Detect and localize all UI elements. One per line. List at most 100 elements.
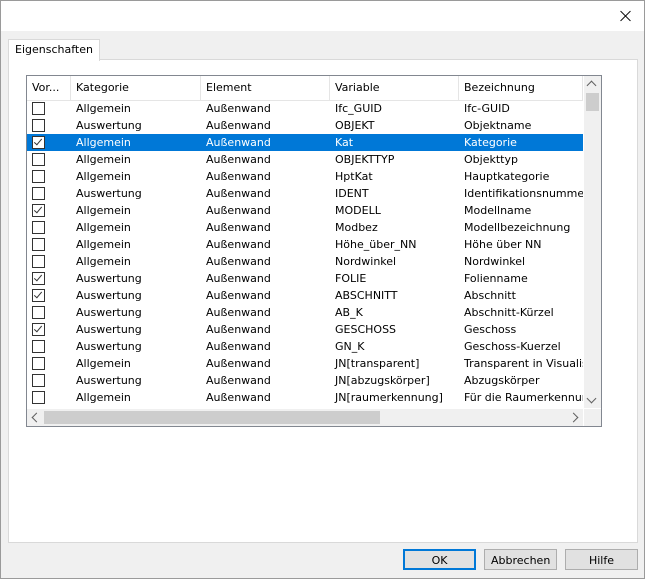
cell-element: Außenwand — [206, 272, 271, 285]
row-checkbox[interactable] — [32, 170, 45, 183]
help-button[interactable]: Hilfe — [565, 549, 638, 570]
cell-bezeichnung: Kategorie — [464, 136, 517, 149]
cell-element: Außenwand — [206, 255, 271, 268]
cell-element: Außenwand — [206, 306, 271, 319]
row-checkbox[interactable] — [32, 102, 45, 115]
row-checkbox-cell — [27, 134, 71, 151]
table-row[interactable]: Allgemein Außenwand Nordwinkel Nordwinkel — [27, 253, 583, 270]
cell-bezeichnung: Geschoss-Kuerzel — [464, 340, 561, 353]
list-rows: Allgemein Außenwand Ifc_GUID Ifc-GUID Auswer… — [27, 100, 583, 406]
table-row[interactable]: Allgemein Außenwand Kat Kategorie — [27, 134, 583, 151]
column-header-variable[interactable]: Variable — [330, 76, 459, 100]
row-checkbox[interactable] — [32, 119, 45, 132]
table-row[interactable]: Auswertung Außenwand JN[abzugskörper] Abzug… — [27, 372, 583, 389]
table-row[interactable]: Auswertung Außenwand AB_K Abschnitt-Kürzel — [27, 304, 583, 321]
column-header-vor[interactable]: Vor... — [27, 76, 71, 100]
row-checkbox-cell — [27, 304, 71, 321]
row-checkbox[interactable] — [32, 340, 45, 353]
cell-kategorie: Allgemein — [76, 238, 131, 251]
vertical-scrollbar[interactable] — [584, 76, 601, 408]
horizontal-scroll-thumb[interactable] — [44, 411, 380, 424]
row-checkbox[interactable] — [32, 204, 45, 217]
table-row[interactable]: Auswertung Außenwand GN_K Geschoss-Kuerzel — [27, 338, 583, 355]
table-row[interactable]: Auswertung Außenwand OBJEKT Objektname — [27, 117, 583, 134]
table-row[interactable]: Allgemein Außenwand HptKat Hauptkategorie — [27, 168, 583, 185]
cancel-button[interactable]: Abbrechen — [484, 549, 557, 570]
cell-bezeichnung: Hauptkategorie — [464, 170, 550, 183]
cell-bezeichnung: Modellname — [464, 204, 532, 217]
row-checkbox[interactable] — [32, 306, 45, 319]
close-icon[interactable] — [616, 6, 636, 26]
table-row[interactable]: Allgemein Außenwand Modbez Modellbezeichnun… — [27, 219, 583, 236]
cell-variable: HptKat — [335, 170, 373, 183]
table-row[interactable]: Allgemein Außenwand Höhe_über_NN Höhe über … — [27, 236, 583, 253]
cell-element: Außenwand — [206, 357, 271, 370]
table-row[interactable]: Auswertung Außenwand IDENT Identifikationsn… — [27, 185, 583, 202]
cell-kategorie: Allgemein — [76, 204, 131, 217]
row-checkbox-cell — [27, 253, 71, 270]
cell-element: Außenwand — [206, 170, 271, 183]
properties-list[interactable]: Vor... Kategorie Element Variable Bezeic… — [26, 75, 602, 427]
column-header-element[interactable]: Element — [201, 76, 330, 100]
row-checkbox[interactable] — [32, 136, 45, 149]
table-row[interactable]: Auswertung Außenwand GESCHOSS Geschoss — [27, 321, 583, 338]
cell-bezeichnung: Abschnitt-Kürzel — [464, 306, 554, 319]
row-checkbox-cell — [27, 117, 71, 134]
tab-eigenschaften[interactable]: Eigenschaften — [8, 39, 100, 61]
scroll-left-icon[interactable] — [31, 412, 42, 423]
cell-element: Außenwand — [206, 391, 271, 404]
table-row[interactable]: Auswertung Außenwand ABSCHNITT Abschnitt — [27, 287, 583, 304]
cell-kategorie: Auswertung — [76, 306, 142, 319]
cell-kategorie: Auswertung — [76, 323, 142, 336]
row-checkbox-cell — [27, 338, 71, 355]
cell-variable: ABSCHNITT — [335, 289, 398, 302]
cell-kategorie: Allgemein — [76, 153, 131, 166]
scroll-down-icon[interactable] — [586, 393, 597, 404]
cell-kategorie: Allgemein — [76, 170, 131, 183]
row-checkbox[interactable] — [32, 238, 45, 251]
row-checkbox[interactable] — [32, 374, 45, 387]
cell-bezeichnung: Modellbezeichnung — [464, 221, 571, 234]
table-row[interactable]: Allgemein Außenwand MODELL Modellname — [27, 202, 583, 219]
row-checkbox[interactable] — [32, 221, 45, 234]
table-row[interactable]: Allgemein Außenwand JN[transparent] Transpa… — [27, 355, 583, 372]
row-checkbox[interactable] — [32, 391, 45, 404]
cell-bezeichnung: Identifikationsnummer — [464, 187, 583, 200]
cell-variable: GN_K — [335, 340, 365, 353]
cell-variable: Kat — [335, 136, 354, 149]
cell-kategorie: Auswertung — [76, 289, 142, 302]
cell-variable: Höhe_über_NN — [335, 238, 417, 251]
row-checkbox[interactable] — [32, 153, 45, 166]
row-checkbox-cell — [27, 151, 71, 168]
row-checkbox[interactable] — [32, 255, 45, 268]
row-checkbox[interactable] — [32, 289, 45, 302]
cell-bezeichnung: Objekttyp — [464, 153, 518, 166]
cell-kategorie: Allgemein — [76, 136, 131, 149]
row-checkbox[interactable] — [32, 357, 45, 370]
vertical-scroll-thumb[interactable] — [586, 93, 599, 111]
row-checkbox[interactable] — [32, 323, 45, 336]
cell-variable: GESCHOSS — [335, 323, 397, 336]
column-header-kategorie[interactable]: Kategorie — [71, 76, 201, 100]
table-row[interactable]: Allgemein Außenwand Ifc_GUID Ifc-GUID — [27, 100, 583, 117]
horizontal-scrollbar[interactable] — [27, 409, 583, 426]
cell-element: Außenwand — [206, 187, 271, 200]
scroll-right-icon[interactable] — [568, 412, 579, 423]
cell-kategorie: Allgemein — [76, 221, 131, 234]
row-checkbox[interactable] — [32, 187, 45, 200]
cell-variable: OBJEKTTYP — [335, 153, 395, 166]
cell-kategorie: Allgemein — [76, 255, 131, 268]
column-header-bezeichnung[interactable]: Bezeichnung — [459, 76, 583, 100]
table-row[interactable]: Allgemein Außenwand OBJEKTTYP Objekttyp — [27, 151, 583, 168]
cell-kategorie: Auswertung — [76, 340, 142, 353]
cell-element: Außenwand — [206, 204, 271, 217]
cell-bezeichnung: Nordwinkel — [464, 255, 526, 268]
scroll-up-icon[interactable] — [586, 80, 597, 91]
row-checkbox[interactable] — [32, 272, 45, 285]
cell-variable: JN[raumerkennung] — [335, 391, 443, 404]
ok-button[interactable]: OK — [403, 549, 476, 570]
cell-kategorie: Allgemein — [76, 391, 131, 404]
table-row[interactable]: Allgemein Außenwand JN[raumerkennung] Für d… — [27, 389, 583, 406]
table-row[interactable]: Auswertung Außenwand FOLIE Folienname — [27, 270, 583, 287]
cell-bezeichnung: Transparent in Visualisier — [464, 357, 583, 370]
